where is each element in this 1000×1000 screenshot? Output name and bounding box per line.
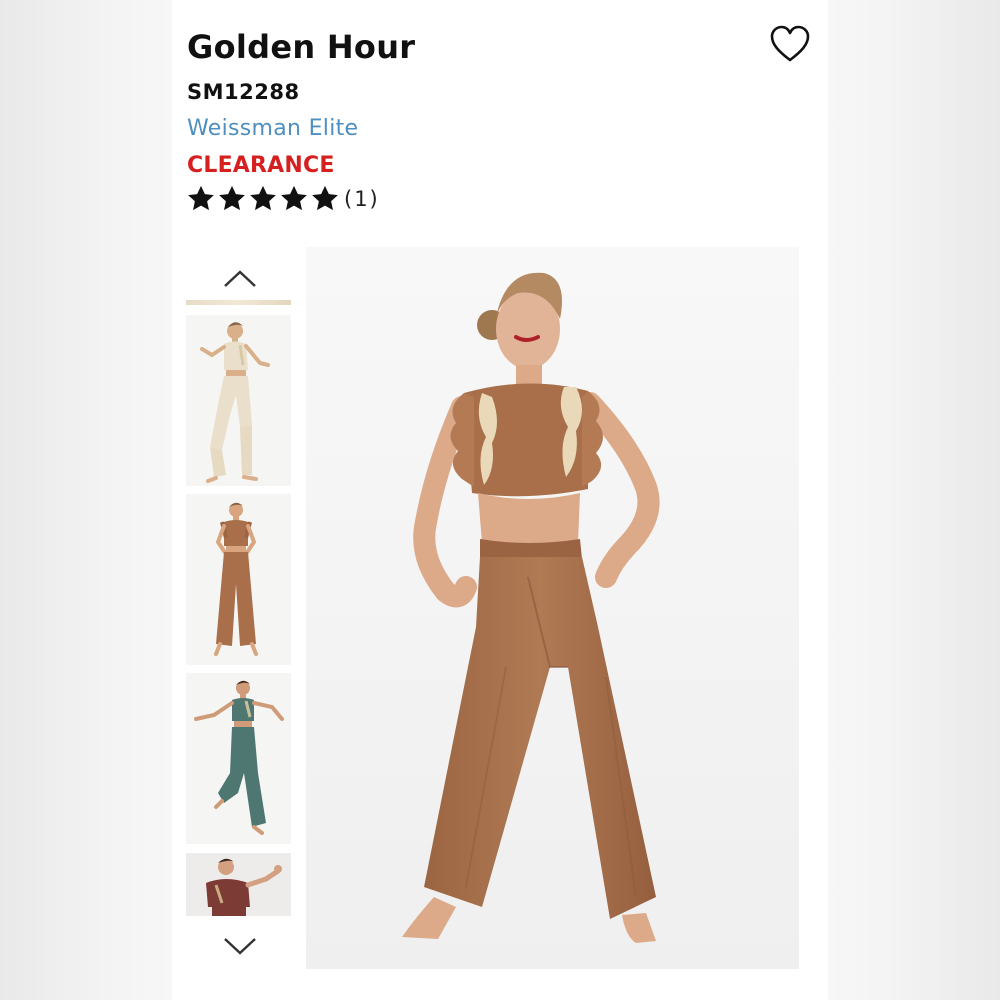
product-rating[interactable]: (1) — [186, 184, 380, 214]
brand-link[interactable]: Weissman Elite — [187, 116, 358, 141]
thumbnail-ivory[interactable] — [186, 315, 291, 486]
chevron-down-icon — [224, 938, 256, 955]
product-sku: SM12288 — [187, 80, 300, 104]
chevron-up-icon — [224, 270, 256, 287]
wishlist-button[interactable] — [768, 24, 812, 64]
page-background-right — [828, 0, 1000, 1000]
star-icon — [188, 185, 214, 211]
main-product-image[interactable] — [306, 247, 799, 969]
thumbnail-teal[interactable] — [186, 673, 291, 844]
thumbnail-burgundy[interactable] — [186, 853, 291, 916]
product-card: Golden Hour SM12288 Weissman Elite CLEAR… — [172, 0, 828, 1000]
review-count[interactable]: (1) — [344, 187, 380, 211]
gallery-scroll-up-button[interactable] — [220, 267, 260, 291]
star-icon — [281, 185, 307, 211]
thumbnail-tan[interactable] — [186, 494, 291, 665]
thumbnail-partial — [186, 300, 291, 305]
page-background-left — [0, 0, 172, 1000]
product-title: Golden Hour — [187, 28, 416, 66]
gallery-scroll-down-button[interactable] — [220, 934, 260, 958]
clearance-badge: CLEARANCE — [187, 153, 335, 178]
star-icon — [219, 185, 245, 211]
star-icon — [312, 185, 338, 211]
star-icon — [250, 185, 276, 211]
heart-icon — [770, 25, 810, 62]
